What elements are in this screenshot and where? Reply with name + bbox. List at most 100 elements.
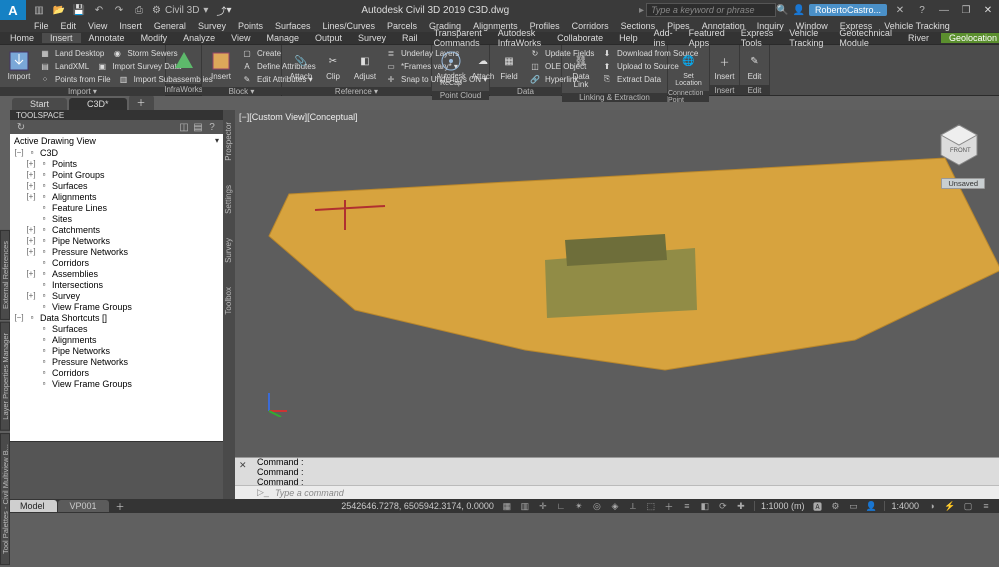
ribbon-tab-annotate[interactable]: Annotate [81, 33, 133, 43]
ribbon-tab-manage[interactable]: Manage [258, 33, 307, 43]
help-search-input[interactable]: Type a keyword or phrase [646, 3, 776, 17]
field-button[interactable]: ▦Field [494, 47, 524, 83]
ribbon-tab-river[interactable]: River [900, 33, 937, 43]
ribbon-tab-geolocation[interactable]: Geolocation [941, 33, 999, 43]
qat-redo-icon[interactable]: ↷ [110, 2, 128, 18]
toolspace-tab-toolbox[interactable]: Toolbox [223, 275, 235, 327]
menu-edit[interactable]: Edit [55, 21, 83, 31]
tree-expander-icon[interactable]: [+] [26, 181, 36, 190]
qat-share-icon[interactable]: ⤴ [216, 3, 226, 18]
status-custom-icon[interactable]: ≡ [979, 500, 993, 512]
tree-expander-icon[interactable]: [+] [26, 236, 36, 245]
tree-node-cd[interactable]: [−]▫C3D [10, 147, 223, 158]
tree-node-alignments[interactable]: [+]▫Alignments [10, 191, 223, 202]
ribbon-tab-output[interactable]: Output [307, 33, 350, 43]
status-hardware-icon[interactable]: ⚡ [943, 500, 957, 512]
toolspace-tab-survey[interactable]: Survey [223, 226, 235, 275]
status-person-icon[interactable]: 👤 [864, 500, 878, 512]
exchange-icon[interactable]: ✕ [891, 2, 909, 18]
toolspace-tab-prospector[interactable]: Prospector [223, 110, 235, 173]
status-grid-icon[interactable]: ▥ [518, 500, 532, 512]
viewcube[interactable]: FRONT [937, 122, 981, 166]
ribbon-tab-help[interactable]: Help [611, 33, 646, 43]
qat-plot-icon[interactable]: ⎙ [130, 2, 148, 18]
ribbon-tab-survey[interactable]: Survey [350, 33, 394, 43]
ribbon-tab-view[interactable]: View [223, 33, 258, 43]
status-gear-icon[interactable]: ⚙ [828, 500, 842, 512]
tree-expander-icon[interactable]: [+] [26, 225, 36, 234]
tree-node-corridors[interactable]: ▫Corridors [10, 367, 223, 378]
ts-help-icon[interactable]: ? [205, 121, 219, 133]
ts-refresh-icon[interactable]: ↻ [14, 121, 28, 133]
insert-button[interactable]: Insert [206, 47, 236, 83]
tree-node-pointgroups[interactable]: [+]▫Point Groups [10, 169, 223, 180]
set-location-button[interactable]: 🌐Set Location [672, 47, 705, 89]
minimize-button[interactable]: — [935, 2, 953, 18]
doc-tab-c3d[interactable]: C3D* [69, 98, 127, 110]
ribbon-tab-vehicletracking[interactable]: Vehicle Tracking [781, 28, 831, 48]
close-button[interactable]: ✕ [979, 2, 997, 18]
panel-title-block[interactable]: Block ▾ [202, 87, 281, 96]
tree-node-datashortcuts[interactable]: [−]▫Data Shortcuts [] [10, 312, 223, 323]
status-view-scale[interactable]: 1:4000 [884, 501, 925, 511]
palette-rail-toolpalettescivilmul[interactable]: Tool Palettes - Civil Multiview B... [0, 433, 10, 565]
vt-edit-button[interactable]: ✎Edit [740, 47, 770, 83]
panel-title-import[interactable]: Import ▾ [0, 87, 165, 96]
qat-save-icon[interactable]: 💾 [70, 2, 88, 18]
tree-node-pressurenetworks[interactable]: [+]▫Pressure Networks [10, 246, 223, 257]
status-dynucs-icon[interactable]: ⬚ [644, 500, 658, 512]
toolspace-tab-settings[interactable]: Settings [223, 173, 235, 226]
tree-node-assemblies[interactable]: [+]▫Assemblies [10, 268, 223, 279]
clip-button[interactable]: ✂Clip [318, 47, 348, 83]
toolspace-view-dropdown[interactable]: Active Drawing View [10, 134, 223, 147]
landxml-button[interactable]: ▤LandXML [36, 60, 91, 72]
layout-tab-vp001[interactable]: VP001 [58, 500, 109, 512]
tree-expander-icon[interactable]: [+] [26, 159, 36, 168]
qat-open-icon[interactable]: 📂 [50, 2, 68, 18]
tree-expander-icon[interactable]: [+] [26, 170, 36, 179]
status-model-icon[interactable]: ▦ [500, 500, 514, 512]
tree-node-corridors[interactable]: ▫Corridors [10, 257, 223, 268]
recap-button[interactable]: Autodesk ReCap [436, 47, 466, 89]
tree-node-points[interactable]: [+]▫Points [10, 158, 223, 169]
workspace-dropdown[interactable]: ⚙ Civil 3D ▾ [148, 5, 212, 16]
tree-node-pipenetworks[interactable]: ▫Pipe Networks [10, 345, 223, 356]
menu-parcels[interactable]: Parcels [381, 21, 423, 31]
menu-survey[interactable]: Survey [192, 21, 232, 31]
qat-undo-icon[interactable]: ↶ [90, 2, 108, 18]
model-viewport[interactable]: [−][Custom View][Conceptual] FRONT Unsav… [235, 110, 999, 457]
tree-expander-icon[interactable]: [+] [26, 291, 36, 300]
data-link-button[interactable]: ⛓Data Link [566, 47, 596, 91]
adjust-button[interactable]: ◧Adjust [350, 47, 380, 83]
status-annoscale-icon[interactable]: 🅰 [810, 500, 824, 512]
status-3dosnap-icon[interactable]: ◈ [608, 500, 622, 512]
tree-node-catchments[interactable]: [+]▫Catchments [10, 224, 223, 235]
status-polar-icon[interactable]: ✴ [572, 500, 586, 512]
status-cleanscreen-icon[interactable]: ▢ [961, 500, 975, 512]
status-cycle-icon[interactable]: ⟳ [716, 500, 730, 512]
status-transparency-icon[interactable]: ◧ [698, 500, 712, 512]
menu-corridors[interactable]: Corridors [566, 21, 615, 31]
land-desktop-button[interactable]: ▦Land Desktop [36, 47, 106, 59]
maximize-button[interactable]: ❐ [957, 2, 975, 18]
menu-general[interactable]: General [148, 21, 192, 31]
viewport-controls[interactable]: [−][Custom View][Conceptual] [239, 112, 358, 122]
status-ortho-icon[interactable]: ∟ [554, 500, 568, 512]
palette-rail-externalreferences[interactable]: External References [0, 230, 10, 320]
status-anno-scale[interactable]: 1:1000 (m) [754, 501, 811, 511]
status-workspace-icon[interactable]: ▭ [846, 500, 860, 512]
ribbon-tab-modify[interactable]: Modify [133, 33, 176, 43]
cmdline-close-icon[interactable]: ✕ [239, 460, 251, 470]
ribbon-tab-rail[interactable]: Rail [394, 33, 426, 43]
tree-node-viewframegroups[interactable]: ▫View Frame Groups [10, 378, 223, 389]
tree-node-survey[interactable]: [+]▫Survey [10, 290, 223, 301]
ribbon-tab-insert[interactable]: Insert [42, 33, 81, 43]
menu-insert[interactable]: Insert [113, 21, 148, 31]
status-lwt-icon[interactable]: ≡ [680, 500, 694, 512]
doc-tab-start[interactable]: Start [12, 98, 67, 110]
vt-insert-button[interactable]: ＋Insert [710, 47, 740, 83]
menu-points[interactable]: Points [232, 21, 269, 31]
tree-expander-icon[interactable]: [−] [14, 148, 24, 157]
status-snap-icon[interactable]: ✛ [536, 500, 550, 512]
command-line-input[interactable]: ▷_ Type a command [235, 485, 999, 499]
